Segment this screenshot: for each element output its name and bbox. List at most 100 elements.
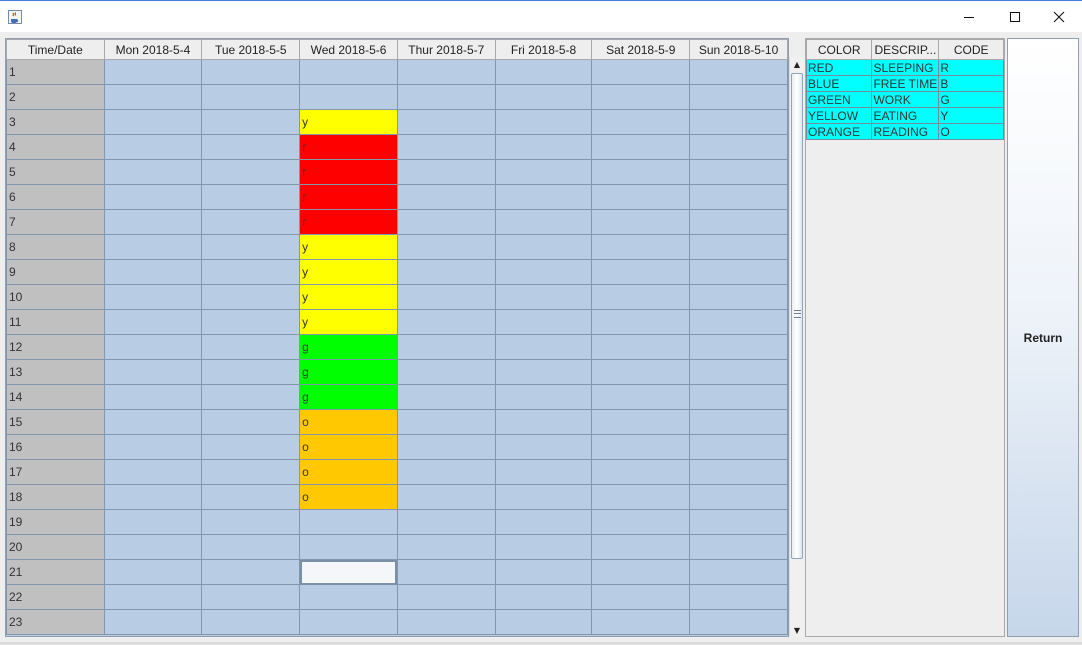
schedule-cell[interactable] <box>103 534 203 560</box>
schedule-cell[interactable] <box>299 84 398 110</box>
schedule-cell[interactable]: y <box>299 259 398 285</box>
schedule-cell[interactable] <box>591 484 691 510</box>
schedule-cell[interactable] <box>591 309 691 335</box>
schedule-cell[interactable] <box>103 159 203 185</box>
minimize-button[interactable] <box>946 1 992 32</box>
schedule-cell[interactable] <box>396 209 496 235</box>
schedule-cell[interactable] <box>396 134 496 160</box>
scroll-up-arrow-icon[interactable]: ▲ <box>790 57 804 71</box>
schedule-cell[interactable] <box>591 109 691 135</box>
schedule-cell[interactable] <box>494 284 593 310</box>
scroll-down-arrow-icon[interactable]: ▼ <box>790 623 804 637</box>
schedule-cell[interactable] <box>591 434 691 460</box>
schedule-cell[interactable] <box>689 484 788 510</box>
schedule-cell[interactable] <box>689 334 788 360</box>
legend-row[interactable]: GREEN WORK G <box>805 91 1004 108</box>
schedule-cell[interactable] <box>494 509 593 535</box>
schedule-cell[interactable] <box>591 284 691 310</box>
legend-cell[interactable]: EATING <box>871 107 940 124</box>
schedule-cell[interactable] <box>396 259 496 285</box>
schedule-cell[interactable] <box>201 484 301 510</box>
schedule-cell[interactable] <box>103 434 203 460</box>
schedule-cell[interactable]: g <box>299 359 398 385</box>
schedule-cell[interactable] <box>201 309 301 335</box>
schedule-cell[interactable] <box>201 259 301 285</box>
maximize-button[interactable] <box>992 1 1038 32</box>
schedule-cell[interactable] <box>201 209 301 235</box>
schedule-cell[interactable]: o <box>299 484 398 510</box>
schedule-cell[interactable] <box>103 84 203 110</box>
schedule-cell[interactable] <box>494 534 593 560</box>
schedule-cell[interactable] <box>299 609 398 635</box>
schedule-cell[interactable] <box>201 559 301 585</box>
schedule-cell[interactable] <box>494 184 593 210</box>
legend-cell[interactable]: GREEN <box>805 91 873 108</box>
schedule-cell[interactable] <box>396 384 496 410</box>
schedule-cell[interactable] <box>494 159 593 185</box>
schedule-cell[interactable] <box>103 484 203 510</box>
return-button[interactable]: Return <box>1007 38 1079 637</box>
schedule-cell[interactable] <box>396 609 496 635</box>
schedule-cell[interactable] <box>689 434 788 460</box>
legend-row[interactable]: ORANGE READING O <box>805 123 1004 140</box>
schedule-cell[interactable] <box>494 234 593 260</box>
schedule-cell[interactable] <box>494 109 593 135</box>
schedule-cell[interactable] <box>396 459 496 485</box>
schedule-cell[interactable] <box>201 109 301 135</box>
schedule-cell[interactable] <box>103 284 203 310</box>
schedule-cell[interactable] <box>494 384 593 410</box>
legend-table[interactable]: COLOR DESCRIP... CODE RED SLEEPING R BLUE FREE… <box>805 38 1005 637</box>
column-header-day[interactable]: Sat 2018-5-9 <box>591 39 691 60</box>
schedule-cell[interactable] <box>689 534 788 560</box>
close-button[interactable] <box>1036 1 1082 32</box>
schedule-cell[interactable] <box>689 234 788 260</box>
schedule-cell[interactable] <box>201 384 301 410</box>
schedule-cell[interactable] <box>201 609 301 635</box>
schedule-cell[interactable] <box>689 409 788 435</box>
schedule-cell[interactable]: o <box>299 459 398 485</box>
schedule-cell[interactable] <box>591 234 691 260</box>
schedule-cell[interactable] <box>689 134 788 160</box>
schedule-cell[interactable]: r <box>299 159 398 185</box>
schedule-cell[interactable] <box>396 84 496 110</box>
schedule-cell[interactable] <box>201 409 301 435</box>
scrollbar-thumb[interactable] <box>791 73 803 559</box>
legend-cell[interactable]: R <box>938 59 1004 76</box>
schedule-cell[interactable] <box>396 59 496 85</box>
schedule-cell[interactable] <box>494 259 593 285</box>
schedule-cell[interactable] <box>201 509 301 535</box>
schedule-cell[interactable] <box>591 209 691 235</box>
schedule-cell[interactable] <box>494 84 593 110</box>
schedule-cell[interactable] <box>689 184 788 210</box>
schedule-cell[interactable] <box>103 59 203 85</box>
legend-cell[interactable]: ORANGE <box>805 123 873 140</box>
schedule-cell[interactable] <box>591 384 691 410</box>
schedule-cell[interactable] <box>396 359 496 385</box>
column-header-day[interactable]: Tue 2018-5-5 <box>201 39 301 60</box>
schedule-cell[interactable] <box>103 584 203 610</box>
schedule-cell[interactable] <box>689 459 788 485</box>
schedule-cell[interactable] <box>494 559 593 585</box>
legend-cell[interactable]: G <box>938 91 1004 108</box>
legend-cell[interactable]: FREE TIME <box>871 75 940 92</box>
schedule-cell[interactable] <box>689 384 788 410</box>
schedule-cell[interactable]: o <box>299 409 398 435</box>
schedule-cell[interactable]: y <box>299 234 398 260</box>
schedule-cell[interactable] <box>591 584 691 610</box>
schedule-cell[interactable] <box>689 309 788 335</box>
schedule-cell[interactable] <box>689 209 788 235</box>
schedule-cell[interactable] <box>201 534 301 560</box>
schedule-cell[interactable] <box>103 509 203 535</box>
schedule-cell[interactable] <box>299 559 398 585</box>
schedule-cell[interactable]: y <box>299 309 398 335</box>
schedule-cell[interactable] <box>396 334 496 360</box>
schedule-cell[interactable] <box>591 459 691 485</box>
schedule-cell[interactable] <box>689 84 788 110</box>
schedule-cell[interactable] <box>201 59 301 85</box>
schedule-cell[interactable] <box>396 534 496 560</box>
schedule-cell[interactable] <box>689 159 788 185</box>
schedule-cell[interactable] <box>299 534 398 560</box>
schedule-cell[interactable] <box>494 59 593 85</box>
legend-cell[interactable]: O <box>938 123 1004 140</box>
schedule-cell[interactable] <box>396 309 496 335</box>
